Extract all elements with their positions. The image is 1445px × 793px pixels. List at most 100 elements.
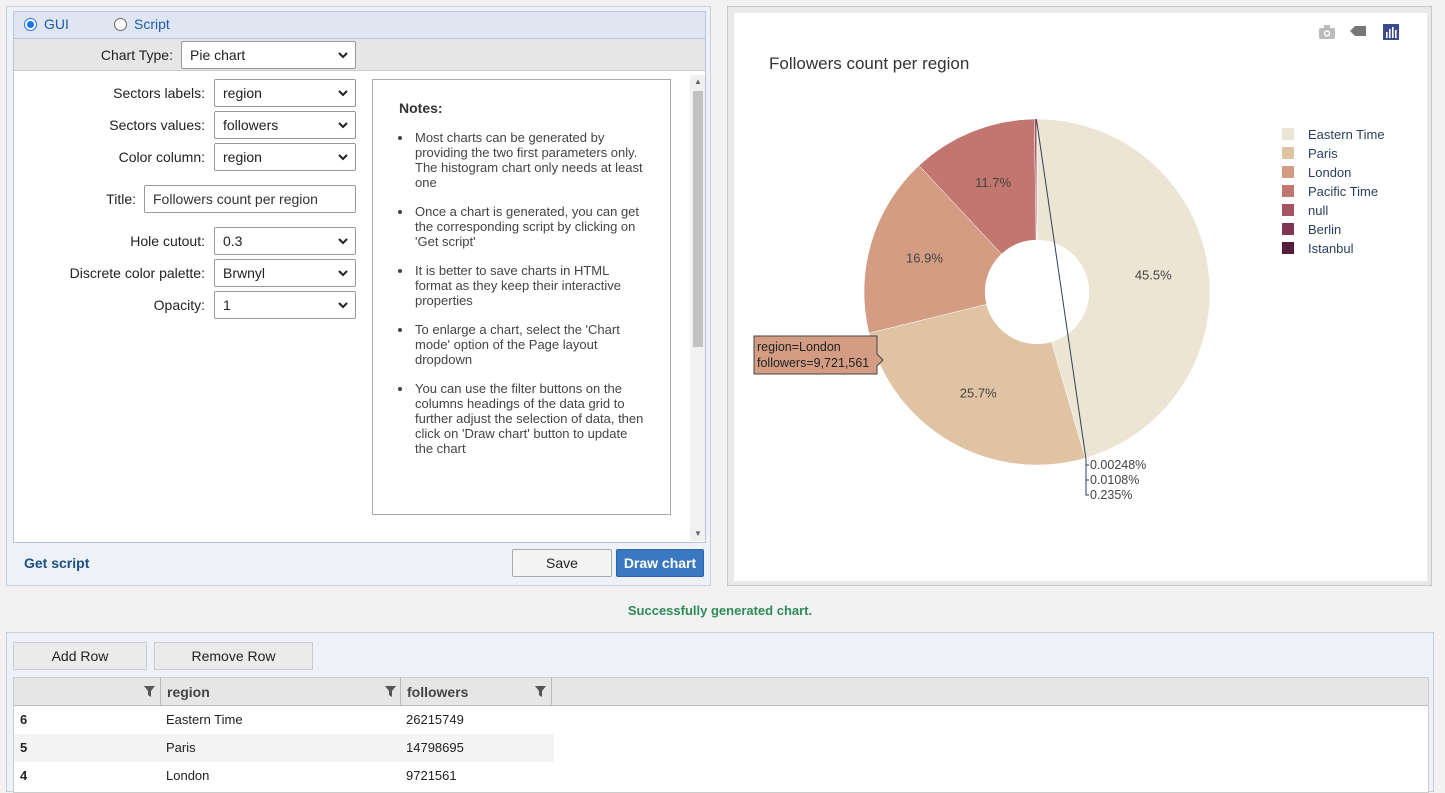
note-item: Once a chart is generated, you can get t… <box>413 204 644 249</box>
legend-item-label[interactable]: Eastern Time <box>1308 127 1385 142</box>
radio-gui[interactable]: GUI <box>24 16 69 32</box>
slice-percent-label: 45.5% <box>1135 267 1172 282</box>
data-grid: region followers 6 Eastern Time 26215749… <box>13 677 1429 793</box>
legend-item-label[interactable]: null <box>1308 203 1328 218</box>
legend-swatch[interactable] <box>1282 223 1294 235</box>
slice-percent-label: 16.9% <box>906 250 943 265</box>
color-column-select[interactable]: region <box>214 143 356 171</box>
chart-config-panel: GUI Script Chart Type: Pie chart Sectors… <box>6 6 711 586</box>
legend-swatch[interactable] <box>1282 185 1294 197</box>
filter-icon[interactable] <box>535 686 546 697</box>
save-button[interactable]: Save <box>512 549 612 577</box>
legend-swatch[interactable] <box>1282 128 1294 140</box>
filter-icon[interactable] <box>144 686 155 697</box>
get-script-link[interactable]: Get script <box>24 555 89 571</box>
hole-cutout-select[interactable]: 0.3 <box>214 227 356 255</box>
table-row[interactable]: 5 Paris 14798695 <box>14 734 554 762</box>
followers-cell: 26215749 <box>406 712 464 727</box>
opacity-label: Opacity: <box>14 297 205 313</box>
table-row[interactable]: 6 Eastern Time 26215749 <box>14 706 554 734</box>
chart-title: Followers count per region <box>769 54 969 73</box>
followers-cell: 9721561 <box>406 768 457 783</box>
form-area: Chart Type: Pie chart Sectors labels: re… <box>13 39 706 543</box>
radio-gui-indicator[interactable] <box>24 18 37 31</box>
title-label: Title: <box>14 191 136 207</box>
legend-item-label[interactable]: Paris <box>1308 146 1338 161</box>
notes-title: Notes: <box>399 100 644 116</box>
row-index: 6 <box>20 712 27 727</box>
opacity-value: 1 <box>223 297 231 313</box>
sectors-values-select[interactable]: followers <box>214 111 356 139</box>
scroll-up-arrow-icon[interactable]: ▲ <box>693 77 703 87</box>
row-index: 5 <box>20 740 27 755</box>
column-header-index[interactable] <box>14 678 161 706</box>
legend-item-label[interactable]: Pacific Time <box>1308 184 1378 199</box>
tooltip-line-1: region=London <box>757 340 841 354</box>
region-cell: Paris <box>166 740 196 755</box>
form-scrollbar[interactable]: ▲ ▼ <box>690 75 705 541</box>
pie-chart: Followers count per region 45.5% 25.7% 16.… <box>734 13 1427 581</box>
legend-item-label[interactable]: Berlin <box>1308 222 1341 237</box>
plotly-logo-icon[interactable] <box>1383 24 1399 40</box>
radio-gui-label: GUI <box>44 16 69 32</box>
legend-swatch[interactable] <box>1282 166 1294 178</box>
status-message: Successfully generated chart. <box>0 603 1440 618</box>
notes-list: Most charts can be generated by providin… <box>399 130 644 456</box>
palette-select[interactable]: Brwnyl <box>214 259 356 287</box>
column-header-region[interactable]: region <box>161 678 401 706</box>
chevron-down-icon <box>337 267 349 279</box>
sectors-labels-value: region <box>223 85 262 101</box>
followers-cell: 14798695 <box>406 740 464 755</box>
draw-chart-button[interactable]: Draw chart <box>616 549 704 577</box>
sectors-values-value: followers <box>223 117 278 133</box>
color-column-label: Color column: <box>14 149 205 165</box>
chevron-down-icon <box>337 119 349 131</box>
radio-script[interactable]: Script <box>114 16 170 32</box>
chart-type-label: Chart Type: <box>14 47 173 63</box>
remove-row-button[interactable]: Remove Row <box>154 642 313 670</box>
legend-swatch[interactable] <box>1282 242 1294 254</box>
column-header-followers[interactable]: followers <box>401 678 552 706</box>
slice-percent-label: 25.7% <box>960 386 997 401</box>
pie-slices: 45.5% 25.7% 16.9% 11.7% <box>864 119 1210 465</box>
small-slice-percent-label: 0.235% <box>1090 488 1132 502</box>
camera-icon[interactable] <box>1319 25 1335 39</box>
radio-script-label: Script <box>134 16 170 32</box>
sectors-values-label: Sectors values: <box>14 117 205 133</box>
legend: Eastern Time Paris London Pacific Time null B… <box>1282 127 1385 256</box>
add-row-button[interactable]: Add Row <box>13 642 147 670</box>
pie-slice-paris[interactable] <box>869 304 1085 465</box>
note-item: To enlarge a chart, select the 'Chart mo… <box>413 322 644 367</box>
sectors-labels-select[interactable]: region <box>214 79 356 107</box>
legend-swatch[interactable] <box>1282 204 1294 216</box>
data-grid-panel: Add Row Remove Row region followers 6 Ea… <box>6 632 1434 792</box>
palette-label: Discrete color palette: <box>14 265 205 281</box>
column-header-region-label: region <box>167 684 210 700</box>
chart-area: Followers count per region 45.5% 25.7% 16.… <box>734 13 1427 581</box>
region-cell: London <box>166 768 209 783</box>
region-cell: Eastern Time <box>166 712 243 727</box>
legend-item-label[interactable]: Istanbul <box>1308 241 1354 256</box>
title-input[interactable]: Followers count per region <box>144 185 356 213</box>
small-slice-percent-label: 0.00248% <box>1090 458 1146 472</box>
chevron-down-icon <box>337 299 349 311</box>
chart-type-select[interactable]: Pie chart <box>181 41 356 69</box>
color-column-value: region <box>223 149 262 165</box>
scroll-thumb[interactable] <box>693 91 703 347</box>
radio-script-indicator[interactable] <box>114 18 127 31</box>
chevron-down-icon <box>337 87 349 99</box>
mode-selector: GUI Script <box>13 11 706 39</box>
row-index: 4 <box>20 768 27 783</box>
column-header-followers-label: followers <box>407 684 468 700</box>
filter-icon[interactable] <box>385 686 396 697</box>
legend-swatch[interactable] <box>1282 147 1294 159</box>
opacity-select[interactable]: 1 <box>214 291 356 319</box>
palette-value: Brwnyl <box>223 265 265 281</box>
scroll-down-arrow-icon[interactable]: ▼ <box>693 529 703 539</box>
slice-percent-label: 11.7% <box>975 175 1011 190</box>
chevron-down-icon <box>337 151 349 163</box>
chart-panel: Followers count per region 45.5% 25.7% 16.… <box>727 6 1432 586</box>
tag-icon[interactable] <box>1350 26 1366 36</box>
legend-item-label[interactable]: London <box>1308 165 1351 180</box>
notes-box: Notes: Most charts can be generated by p… <box>372 79 671 515</box>
